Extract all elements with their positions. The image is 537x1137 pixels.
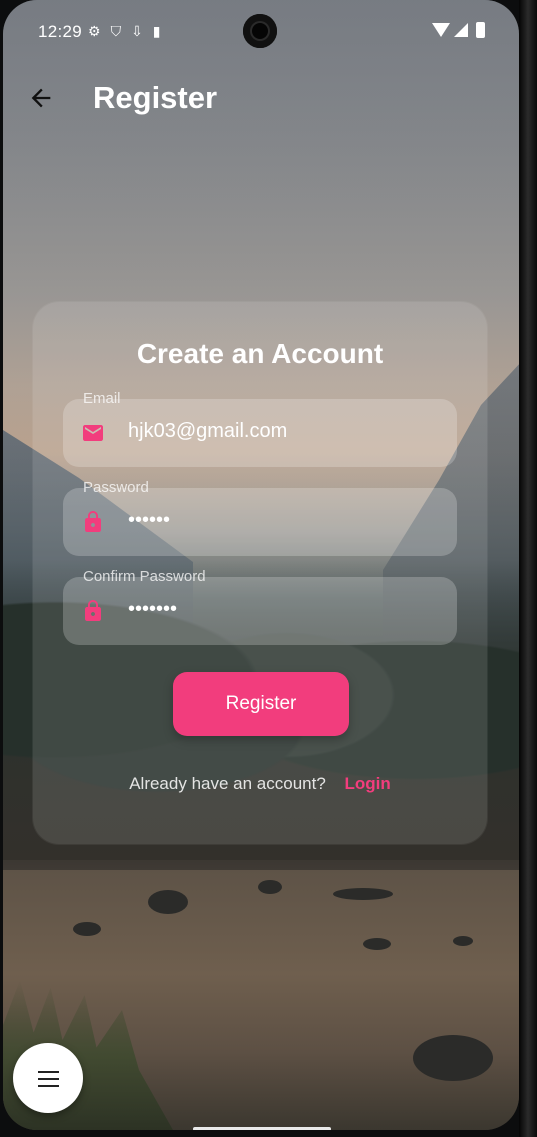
confirm-password-field[interactable]: ••••••• [63,577,457,645]
register-card: Create an Account Email Password •••••• … [33,302,487,844]
login-prompt: Already have an account? [129,774,326,793]
back-button[interactable] [25,84,57,116]
battery-icon [476,22,485,38]
password-field[interactable]: •••••• [63,488,457,556]
confirm-password-input[interactable]: ••••••• [128,598,428,621]
menu-icon [38,1071,59,1092]
camera-cutout [243,14,277,48]
page-title: Register [93,80,218,115]
email-input[interactable] [128,420,428,443]
email-field[interactable] [63,399,457,467]
menu-fab-button[interactable] [13,1043,83,1113]
signal-icon [454,23,468,37]
home-indicator[interactable] [193,1127,331,1130]
device-edge [519,0,537,1137]
settings-icon: ⚙ [88,23,101,39]
sd-card-icon: ▮ [152,23,161,39]
lock-icon [85,511,101,532]
status-time: 12:29 [38,22,83,41]
mail-icon [83,425,103,441]
download-icon: ⇩ [131,23,143,39]
lock-icon [85,600,101,621]
arrow-back-icon [31,88,51,108]
login-row: Already have an account? Login [33,774,487,794]
card-title: Create an Account [136,338,384,369]
status-bar: 12:29 ⚙ ⛉ ⇩ ▮ [3,0,519,64]
wifi-icon [432,23,450,37]
register-button[interactable]: Register [173,672,349,736]
shield-icon: ⛉ [110,23,122,39]
login-link[interactable]: Login [345,774,391,793]
device-frame: 12:29 ⚙ ⛉ ⇩ ▮ Register Create an Account… [0,0,537,1137]
app-screen: 12:29 ⚙ ⛉ ⇩ ▮ Register Create an Account… [3,0,519,1130]
password-input[interactable]: •••••• [128,509,428,532]
